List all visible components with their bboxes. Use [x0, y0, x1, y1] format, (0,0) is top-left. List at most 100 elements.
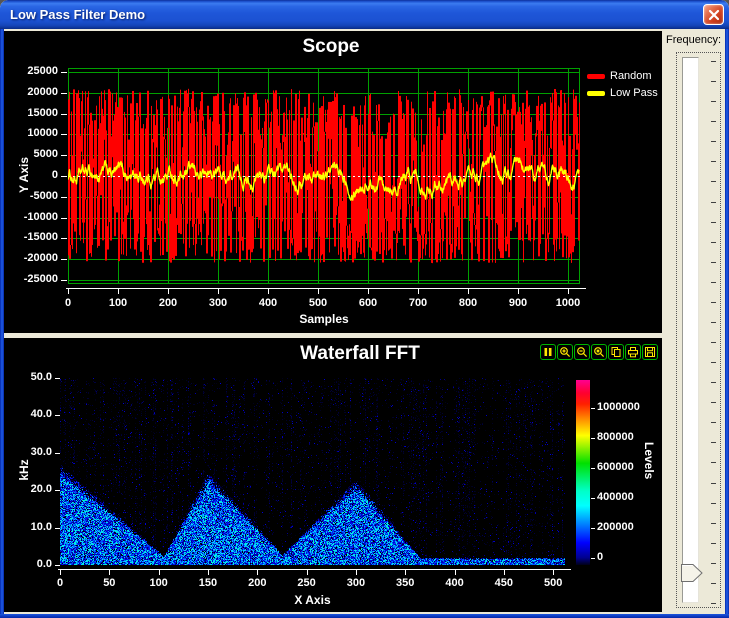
scope-y-tick-label: 20000 — [4, 86, 58, 99]
window-border-left — [0, 29, 4, 614]
scope-chart-panel: Scope Y Axis Samples Random Low Pass 250… — [4, 31, 662, 333]
scope-y-tick-label: 5000 — [4, 148, 58, 161]
scope-x-tick-mark — [318, 288, 319, 294]
print-button[interactable] — [625, 344, 641, 360]
waterfall-x-axis-line — [58, 569, 571, 570]
scope-y-tick-mark — [61, 155, 67, 156]
pause-button[interactable] — [540, 344, 556, 360]
waterfall-toolbar — [540, 344, 658, 360]
scope-y-tick-mark — [61, 280, 67, 281]
scope-x-tick-label: 0 — [65, 297, 71, 310]
scope-x-axis-line — [66, 288, 586, 289]
waterfall-x-tick-label: 250 — [297, 577, 315, 590]
save-icon — [644, 346, 656, 358]
scope-y-tick-mark — [61, 114, 67, 115]
slider-tick-mark — [711, 262, 716, 263]
slider-tick-mark — [711, 242, 716, 243]
slider-tick-mark — [711, 302, 716, 303]
colorbar-label: Levels — [642, 442, 656, 479]
colorbar-tick-mark — [591, 528, 595, 529]
slider-tick-mark — [711, 342, 716, 343]
waterfall-y-tick-mark — [55, 453, 60, 454]
waterfall-y-axis-label: kHz — [17, 410, 31, 530]
random-series-swatch — [587, 74, 605, 79]
title-bar[interactable]: Low Pass Filter Demo — [0, 0, 729, 29]
scope-y-tick-mark — [61, 134, 67, 135]
window-content: Scope Y Axis Samples Random Low Pass 250… — [4, 29, 725, 614]
pause-icon — [542, 346, 554, 358]
waterfall-x-tick-label: 500 — [544, 577, 562, 590]
waterfall-x-tick-label: 450 — [495, 577, 513, 590]
waterfall-plot-area[interactable] — [60, 378, 565, 565]
lowpass-series-label: Low Pass — [610, 87, 658, 99]
zoom-in-button[interactable] — [557, 344, 573, 360]
waterfall-y-tick-label: 50.0 — [4, 371, 52, 384]
scope-y-tick-mark — [61, 238, 67, 239]
waterfall-x-tick-mark — [504, 569, 505, 575]
waterfall-y-tick-mark — [55, 378, 60, 379]
scope-y-tick-label: -25000 — [4, 273, 58, 286]
waterfall-y-tick-mark — [55, 565, 60, 566]
zoom-out-icon — [576, 346, 588, 358]
colorbar-tick-label: 1000000 — [597, 401, 640, 414]
waterfall-y-tick-label: 30.0 — [4, 446, 52, 459]
window-title: Low Pass Filter Demo — [10, 0, 145, 29]
waterfall-x-tick-mark — [307, 569, 308, 575]
scope-y-tick-mark — [61, 197, 67, 198]
save-button[interactable] — [642, 344, 658, 360]
copy-button[interactable] — [608, 344, 624, 360]
scope-x-tick-mark — [118, 288, 119, 294]
slider-tick-mark — [711, 81, 716, 82]
waterfall-y-tick-label: 40.0 — [4, 408, 52, 421]
waterfall-x-tick-mark — [257, 569, 258, 575]
slider-tick-mark — [711, 202, 716, 203]
scope-x-tick-mark — [268, 288, 269, 294]
slider-track[interactable] — [682, 57, 699, 603]
zoom-off-button[interactable] — [591, 344, 607, 360]
waterfall-x-tick-mark — [159, 569, 160, 575]
scope-y-tick-label: -15000 — [4, 231, 58, 244]
waterfall-x-tick-mark — [60, 569, 61, 575]
slider-tick-mark — [711, 382, 716, 383]
waterfall-x-axis-label: X Axis — [60, 593, 565, 607]
legend-item-random: Random — [587, 70, 658, 82]
close-button[interactable] — [703, 4, 724, 25]
scope-y-tick-mark — [61, 259, 67, 260]
frequency-slider[interactable] — [676, 52, 721, 608]
scope-x-tick-label: 600 — [359, 297, 377, 310]
waterfall-y-tick-label: 20.0 — [4, 483, 52, 496]
slider-thumb[interactable] — [681, 564, 703, 582]
waterfall-x-tick-label: 0 — [57, 577, 63, 590]
legend-item-lowpass: Low Pass — [587, 87, 658, 99]
scope-x-axis-label: Samples — [68, 312, 580, 326]
scope-y-tick-label: 15000 — [4, 107, 58, 120]
window-border-bottom — [0, 614, 729, 618]
slider-tick-mark — [711, 282, 716, 283]
waterfall-chart-panel: Waterfall FFT — [4, 338, 662, 612]
colorbar-tick-label: 200000 — [597, 521, 634, 534]
scope-legend: Random Low Pass — [587, 70, 658, 99]
waterfall-x-tick-label: 350 — [396, 577, 414, 590]
random-series-label: Random — [610, 70, 652, 82]
frequency-panel: Frequency: — [663, 29, 725, 614]
slider-tick-mark — [711, 483, 716, 484]
slider-tick-mark — [711, 402, 716, 403]
slider-tick-mark — [711, 141, 716, 142]
frequency-label: Frequency: — [666, 34, 721, 46]
slider-tick-mark — [711, 161, 716, 162]
waterfall-x-tick-label: 150 — [199, 577, 217, 590]
scope-x-tick-mark — [468, 288, 469, 294]
waterfall-x-tick-label: 400 — [445, 577, 463, 590]
slider-tick-mark — [711, 583, 716, 584]
waterfall-x-tick-mark — [405, 569, 406, 575]
zoom-out-button[interactable] — [574, 344, 590, 360]
scope-y-tick-mark — [61, 176, 67, 177]
slider-tick-mark — [711, 222, 716, 223]
scope-x-tick-label: 1000 — [556, 297, 580, 310]
waterfall-x-tick-mark — [109, 569, 110, 575]
colorbar-tick-mark — [591, 498, 595, 499]
scope-chart-title: Scope — [4, 36, 658, 58]
colorbar — [576, 380, 590, 565]
slider-tick-mark — [711, 503, 716, 504]
scope-x-tick-mark — [368, 288, 369, 294]
